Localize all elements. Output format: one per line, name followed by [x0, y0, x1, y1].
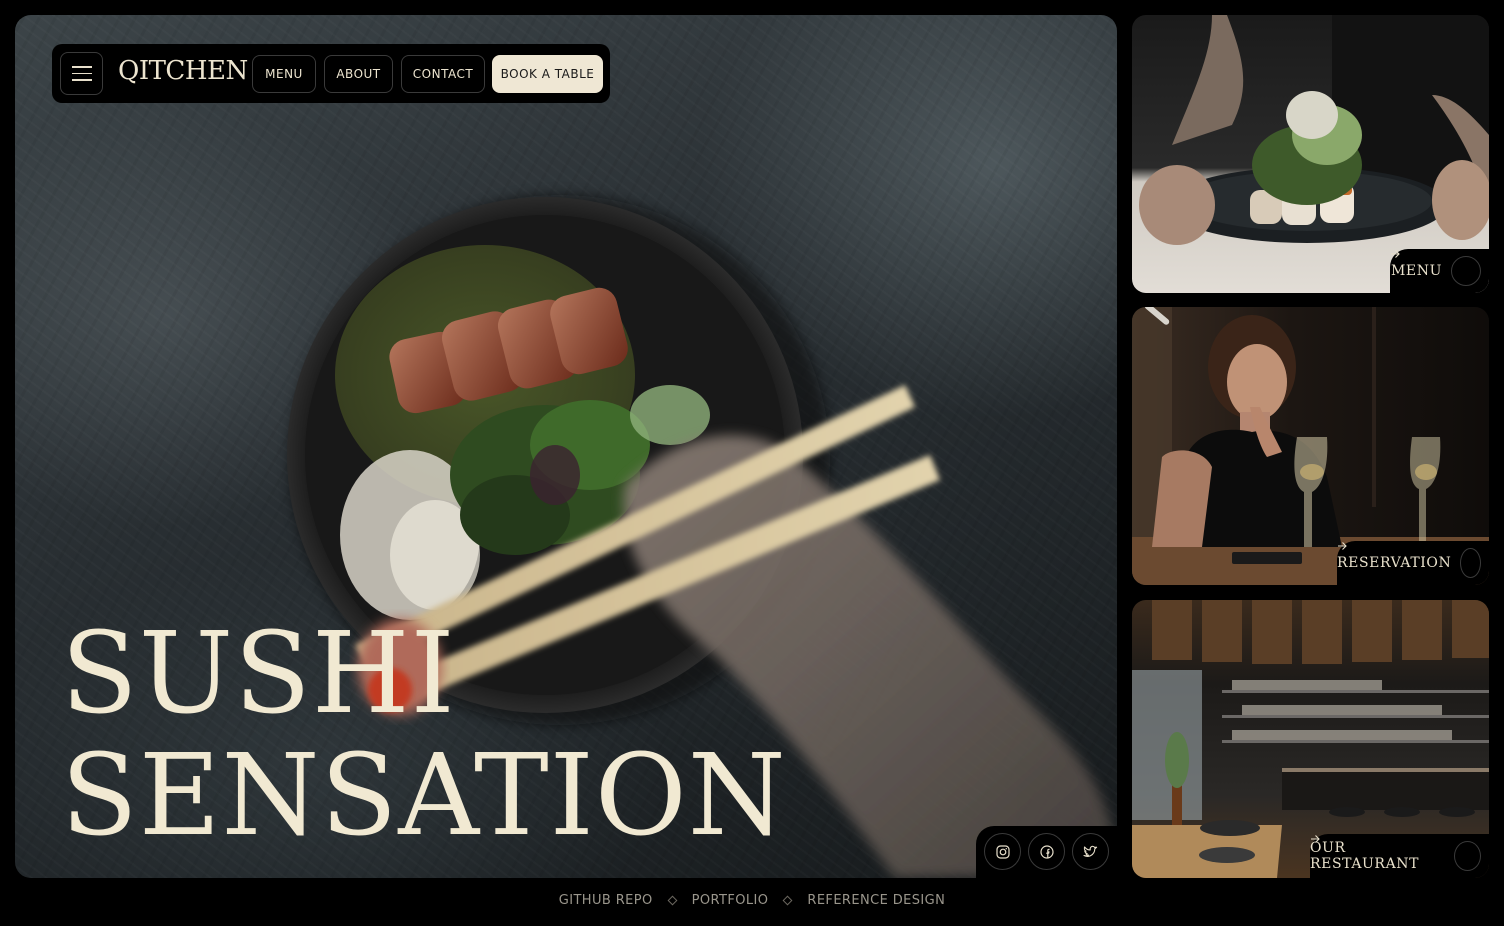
reservation-card-arrow-button[interactable]: [1338, 542, 1481, 578]
twitter-button[interactable]: [1072, 833, 1109, 870]
hero-section: SUSHI SENSATION: [15, 15, 1117, 878]
menu-card-label: MENU: [1390, 263, 1442, 279]
instagram-icon: [995, 844, 1010, 859]
menu-card[interactable]: MENU: [1132, 15, 1489, 293]
hero-title-line1: SUSHI: [61, 609, 456, 739]
diamond-separator-icon: [782, 895, 793, 906]
hamburger-menu-button[interactable]: [60, 52, 103, 95]
twitter-icon: [1083, 845, 1098, 857]
hero-title-line2: SENSATION: [61, 731, 787, 861]
nav-contact-button[interactable]: CONTACT: [401, 55, 485, 93]
reference-design-link[interactable]: REFERENCE DESIGN: [807, 893, 945, 908]
arrow-right-icon: [1391, 250, 1400, 258]
github-repo-link[interactable]: GITHUB REPO: [559, 893, 653, 908]
top-navigation: QITCHEN MENU ABOUT CONTACT BOOK A TABLE: [52, 44, 610, 103]
portfolio-link[interactable]: PORTFOLIO: [692, 893, 769, 908]
diamond-separator-icon: [667, 895, 678, 906]
hamburger-line: [71, 79, 92, 81]
arrow-right-icon: [1311, 835, 1320, 843]
restaurant-card[interactable]: OUR RESTAURANT: [1132, 600, 1489, 878]
facebook-button[interactable]: [1028, 833, 1065, 870]
facebook-icon: [1039, 844, 1054, 859]
menu-card-tab: MENU: [1390, 249, 1489, 293]
nav-menu-button[interactable]: MENU: [252, 55, 316, 93]
reservation-card-label: RESERVATION: [1337, 555, 1452, 571]
hamburger-line: [71, 66, 92, 68]
restaurant-card-arrow-button[interactable]: [1311, 835, 1481, 871]
reservation-card[interactable]: RESERVATION: [1132, 307, 1489, 585]
instagram-button[interactable]: [984, 833, 1021, 870]
restaurant-card-tab: OUR RESTAURANT: [1310, 834, 1489, 878]
restaurant-card-label: OUR RESTAURANT: [1310, 840, 1420, 872]
arrow-right-icon: [1338, 542, 1347, 550]
nav-about-button[interactable]: ABOUT: [324, 55, 393, 93]
menu-card-arrow-button[interactable]: [1391, 250, 1481, 286]
reservation-card-tab: RESERVATION: [1337, 541, 1489, 585]
hero-title: SUSHI SENSATION: [61, 613, 787, 857]
hamburger-line: [71, 72, 92, 75]
footer-links: GITHUB REPO PORTFOLIO REFERENCE DESIGN: [0, 893, 1504, 908]
book-a-table-button[interactable]: BOOK A TABLE: [492, 55, 603, 93]
brand-logo[interactable]: QITCHEN: [118, 56, 248, 86]
